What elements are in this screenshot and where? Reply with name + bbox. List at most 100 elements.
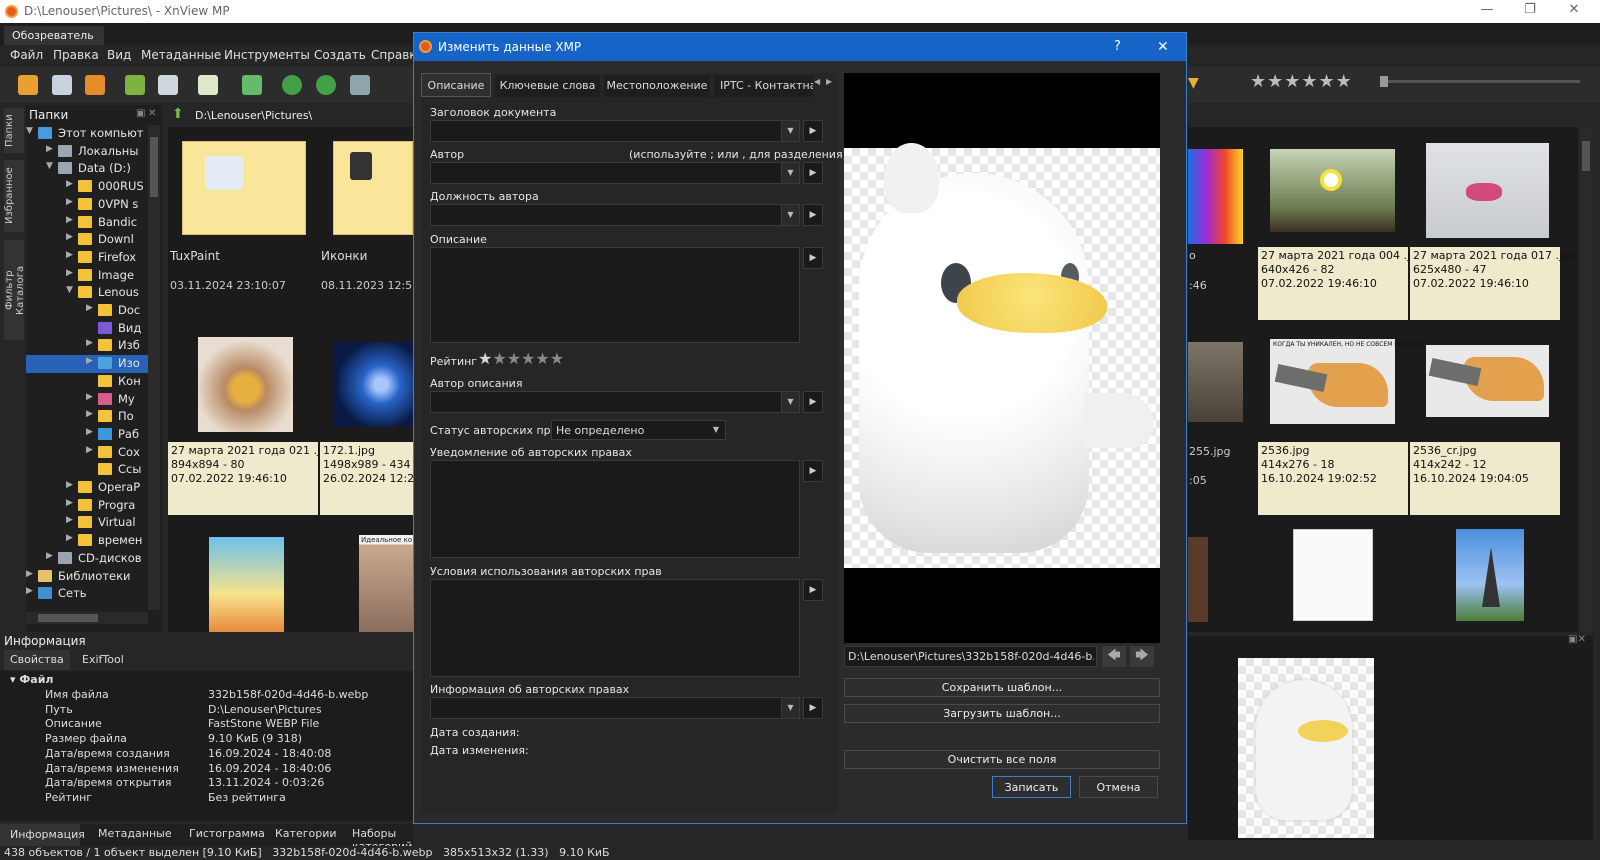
tree-item[interactable]: ▶ Изб [26, 337, 148, 355]
expand-arrow-icon[interactable]: ▶ [66, 533, 76, 543]
tab-location[interactable]: Местоположение [604, 75, 710, 97]
image-landscape[interactable] [1188, 342, 1243, 422]
clear-all-button[interactable]: Очистить все поля [844, 750, 1160, 769]
vtab-catalog-filter[interactable]: Фильтр Каталога [4, 240, 26, 340]
section-file[interactable]: ▾ Файл [10, 673, 53, 686]
expand-arrow-icon[interactable]: ▶ [86, 338, 96, 348]
copyright-info-more-button[interactable]: ▶ [803, 697, 823, 719]
tree-item[interactable]: Вид [26, 320, 148, 338]
tree-scroll-thumb[interactable] [150, 137, 158, 197]
move-to-icon[interactable] [242, 75, 262, 95]
author-position-input[interactable]: ▼ [430, 204, 800, 226]
vtab-favorites[interactable]: Избранное [4, 160, 24, 232]
panel-close-icon[interactable]: ✕ [148, 108, 156, 119]
save-icon[interactable] [52, 75, 72, 95]
thumb-size-slider-handle[interactable] [1380, 76, 1388, 87]
copyright-info-input[interactable]: ▼ [430, 697, 800, 719]
btab-info[interactable]: Информация [0, 824, 85, 846]
description-author-more-button[interactable]: ▶ [803, 391, 823, 413]
thumb-info-172[interactable]: 172.1.jpg 1498x989 - 434 26.02.2024 12:2… [320, 442, 413, 515]
tree-item[interactable]: ▶ Bandic [26, 214, 148, 232]
dropdown-arrow-icon[interactable]: ▼ [781, 163, 799, 183]
thumb-info-2536cr[interactable]: 2536_cr.jpg 414x242 - 12 16.10.2024 19:0… [1410, 442, 1560, 515]
expand-arrow-icon[interactable]: ▶ [66, 515, 76, 525]
tree-item[interactable]: ▶ Библиотеки [26, 568, 148, 586]
next-image-icon[interactable]: 🡆 [1130, 646, 1154, 667]
expand-arrow-icon[interactable]: ▶ [86, 445, 96, 455]
expand-arrow-icon[interactable]: ▶ [86, 427, 96, 437]
tree-item[interactable]: ▶ Сох [26, 444, 148, 462]
vtab-folders[interactable]: Папки [4, 108, 24, 153]
tree-item[interactable]: ▶ Progra [26, 497, 148, 515]
open-icon[interactable] [18, 75, 38, 95]
expand-arrow-icon[interactable]: ▶ [86, 356, 96, 366]
thumbnails-vscrollbar[interactable] [1580, 127, 1592, 632]
image-blue-space[interactable] [333, 342, 413, 427]
usage-terms-more-button[interactable]: ▶ [803, 579, 823, 601]
usage-terms-textarea[interactable] [430, 579, 800, 677]
rotate-right-icon[interactable] [316, 75, 336, 95]
dropdown-arrow-icon[interactable]: ▼ [781, 205, 799, 225]
star-icon-5[interactable]: ★ [535, 349, 549, 368]
write-button[interactable]: Записать [992, 776, 1071, 798]
expand-arrow-icon[interactable]: ▶ [26, 569, 36, 579]
copy-to-icon[interactable] [198, 75, 218, 95]
expand-arrow-icon[interactable]: ▶ [46, 551, 56, 561]
thumb-info-021[interactable]: 27 марта 2021 года 021 .jpg 894x894 - 80… [168, 442, 334, 515]
dropdown-arrow-icon[interactable]: ▼ [781, 392, 799, 412]
tree-item[interactable]: ▶ Virtual [26, 514, 148, 532]
tab-exiftool[interactable]: ExifTool [76, 650, 132, 670]
expand-arrow-icon[interactable]: ▶ [66, 197, 76, 207]
btab-histogram[interactable]: Гистограмма [189, 827, 265, 840]
tree-item[interactable]: ▶ 0VPN s [26, 196, 148, 214]
expand-arrow-icon[interactable]: ▶ [26, 586, 36, 596]
thumb-info-017[interactable]: 27 марта 2021 года 017 .jpg 625x480 - 47… [1410, 247, 1576, 320]
property-row[interactable]: Путь D:\Lenouser\Pictures [0, 703, 413, 718]
menu-metadata[interactable]: Метаданные [141, 48, 221, 62]
expand-arrow-icon[interactable]: ▶ [66, 498, 76, 508]
collapse-arrow-icon[interactable]: ▼ [46, 161, 56, 171]
dialog-close-button[interactable]: ✕ [1157, 39, 1169, 55]
collapse-arrow-icon[interactable]: ▼ [26, 126, 36, 136]
image-dancer[interactable] [1426, 143, 1549, 238]
path-input[interactable]: D:\Lenouser\Pictures\ [195, 109, 312, 122]
tree-item[interactable]: ▶ Doc [26, 302, 148, 320]
tree-item[interactable]: ▶ Изо [26, 355, 148, 374]
property-row[interactable]: Имя файла 332b158f-020d-4d46-b.webp [0, 688, 413, 703]
author-position-more-button[interactable]: ▶ [803, 204, 823, 226]
tree-item[interactable]: ▼ Data (D:) [26, 160, 148, 178]
menu-create[interactable]: Создать [314, 48, 366, 62]
tree-item[interactable]: ▶ CD-дисков [26, 550, 148, 568]
image-eiffel-tower[interactable] [1456, 529, 1524, 621]
filter-icon[interactable]: ▼ [1188, 75, 1199, 91]
copyright-notice-more-button[interactable]: ▶ [803, 460, 823, 482]
property-row[interactable]: Размер файла 9.10 КиБ (9 318) [0, 732, 413, 747]
expand-arrow-icon[interactable]: ▶ [66, 232, 76, 242]
menu-edit[interactable]: Правка [53, 48, 99, 62]
tab-properties[interactable]: Свойства [4, 650, 70, 670]
tree-item[interactable]: ▶ 000RUS [26, 178, 148, 196]
property-row[interactable]: Описание FastStone WEBP File [0, 717, 413, 732]
load-template-button[interactable]: Загрузить шаблон... [844, 704, 1160, 723]
tab-iptc-contact[interactable]: IPTC - Контактна [714, 75, 813, 97]
tree-item[interactable]: ▶ Image [26, 267, 148, 285]
tree-hscroll-thumb[interactable] [38, 614, 98, 622]
image-beetles[interactable] [1270, 149, 1395, 232]
expand-arrow-icon[interactable]: ▶ [66, 179, 76, 189]
image-coloring-page[interactable] [1293, 529, 1373, 621]
btab-categories[interactable]: Категории [275, 827, 337, 840]
tree-item[interactable]: ▶ Му [26, 391, 148, 409]
preview-panel-buttons[interactable]: ▣✕ [1568, 634, 1586, 645]
minimize-button[interactable]: — [1480, 2, 1494, 18]
tree-item[interactable]: ▶ OperaP [26, 479, 148, 497]
tree-vscrollbar[interactable] [148, 125, 160, 610]
expand-arrow-icon[interactable]: ▶ [86, 409, 96, 419]
menu-view[interactable]: Вид [107, 48, 131, 62]
cancel-button[interactable]: Отмена [1079, 776, 1158, 798]
menu-tools[interactable]: Инструменты [224, 48, 310, 62]
slideshow-icon[interactable] [85, 75, 105, 95]
description-more-button[interactable]: ▶ [803, 247, 823, 269]
prev-image-icon[interactable]: 🡄 [1102, 646, 1126, 667]
tree-item[interactable]: ▶ Сеть [26, 585, 148, 603]
copyright-notice-textarea[interactable] [430, 460, 800, 558]
